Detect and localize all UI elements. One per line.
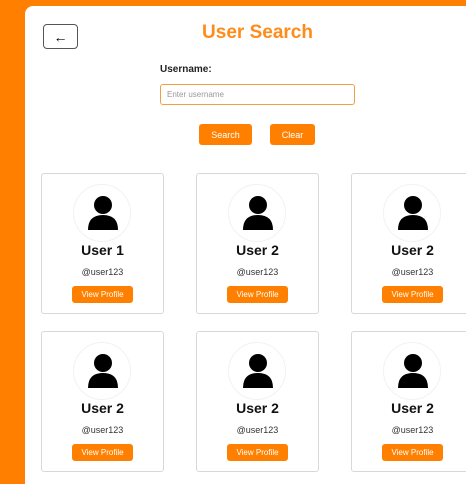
view-profile-button[interactable]: View Profile xyxy=(382,286,443,303)
view-profile-button[interactable]: View Profile xyxy=(72,286,133,303)
user-name: User 2 xyxy=(391,400,434,416)
main-panel: ← User Search Username: Search Clear Use… xyxy=(25,6,466,484)
user-silhouette-icon xyxy=(88,354,118,388)
user-card: User 2 @user123 View Profile xyxy=(196,331,319,472)
view-profile-button[interactable]: View Profile xyxy=(72,444,133,461)
view-profile-button[interactable]: View Profile xyxy=(382,444,443,461)
user-name: User 2 xyxy=(391,242,434,258)
clear-button[interactable]: Clear xyxy=(270,124,315,145)
user-silhouette-icon xyxy=(243,196,273,230)
user-name: User 2 xyxy=(81,400,124,416)
avatar xyxy=(228,342,286,400)
view-profile-button[interactable]: View Profile xyxy=(227,286,288,303)
back-button[interactable]: ← xyxy=(43,24,78,49)
user-card: User 2 @user123 View Profile xyxy=(351,331,466,472)
user-card: User 2 @user123 View Profile xyxy=(196,173,319,314)
user-handle: @user123 xyxy=(391,425,434,435)
user-card: User 1 @user123 View Profile xyxy=(41,173,164,314)
avatar xyxy=(73,184,131,242)
username-input[interactable] xyxy=(160,84,355,105)
avatar xyxy=(383,184,441,242)
user-name: User 1 xyxy=(81,242,124,258)
user-card: User 2 @user123 View Profile xyxy=(351,173,466,314)
user-silhouette-icon xyxy=(88,196,118,230)
arrow-left-icon: ← xyxy=(53,28,68,45)
avatar xyxy=(383,342,441,400)
avatar xyxy=(73,342,131,400)
user-handle: @user123 xyxy=(81,425,124,435)
user-silhouette-icon xyxy=(398,354,428,388)
user-name: User 2 xyxy=(236,242,279,258)
user-handle: @user123 xyxy=(236,267,279,277)
user-name: User 2 xyxy=(236,400,279,416)
user-handle: @user123 xyxy=(236,425,279,435)
user-handle: @user123 xyxy=(81,267,124,277)
view-profile-button[interactable]: View Profile xyxy=(227,444,288,461)
user-handle: @user123 xyxy=(391,267,434,277)
username-label: Username: xyxy=(160,64,212,75)
avatar xyxy=(228,184,286,242)
user-card: User 2 @user123 View Profile xyxy=(41,331,164,472)
search-button[interactable]: Search xyxy=(199,124,252,145)
user-silhouette-icon xyxy=(398,196,428,230)
page-title: User Search xyxy=(202,22,313,43)
user-silhouette-icon xyxy=(243,354,273,388)
